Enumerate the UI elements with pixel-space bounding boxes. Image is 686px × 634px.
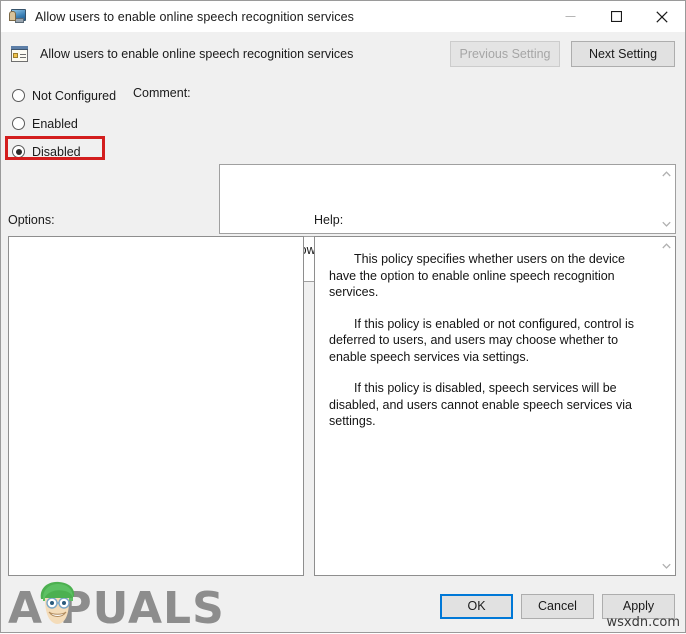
ok-button[interactable]: OK xyxy=(440,594,513,619)
setting-header: Allow users to enable online speech reco… xyxy=(1,32,685,76)
help-label: Help: xyxy=(314,213,344,227)
comment-label: Comment: xyxy=(133,86,191,100)
close-button[interactable] xyxy=(639,1,685,32)
help-panel: This policy specifies whether users on t… xyxy=(314,236,676,576)
policy-setting-dialog: Allow users to enable online speech reco… xyxy=(0,0,686,633)
radio-label-not-configured: Not Configured xyxy=(32,88,117,103)
help-scrollbar[interactable] xyxy=(658,237,675,575)
minimize-button[interactable] xyxy=(547,1,593,32)
window-monitor-icon xyxy=(9,8,27,25)
panel-row: This policy specifies whether users on t… xyxy=(1,236,685,586)
radio-not-configured[interactable]: Not Configured xyxy=(11,85,136,106)
help-paragraph-2: If this policy is enabled or not configu… xyxy=(329,316,635,364)
previous-setting-button[interactable]: Previous Setting xyxy=(450,41,560,67)
window-controls xyxy=(547,1,685,32)
setting-state-area: Not Configured Enabled Disabled Comment: xyxy=(1,76,685,282)
chevron-up-icon[interactable] xyxy=(660,241,673,251)
help-paragraph-3: If this policy is disabled, speech servi… xyxy=(329,381,632,428)
cancel-button[interactable]: Cancel xyxy=(521,594,594,619)
dialog-action-buttons: OK Cancel Apply xyxy=(440,594,675,619)
chevron-up-icon[interactable] xyxy=(660,169,673,179)
radio-circle-icon xyxy=(12,89,25,102)
setting-nav-buttons: Previous Setting Next Setting xyxy=(450,41,675,67)
radio-label-enabled: Enabled xyxy=(32,116,78,131)
radio-enabled[interactable]: Enabled xyxy=(11,113,136,134)
chevron-down-icon[interactable] xyxy=(660,561,673,571)
apply-button[interactable]: Apply xyxy=(602,594,675,619)
radio-circle-selected-icon xyxy=(12,145,25,158)
dialog-footer: OK Cancel Apply xyxy=(1,586,685,632)
options-panel[interactable] xyxy=(8,236,304,576)
next-setting-button[interactable]: Next Setting xyxy=(571,41,675,67)
panel-label-row: Options: Help: xyxy=(1,210,685,236)
options-panel-content xyxy=(9,237,303,247)
title-bar: Allow users to enable online speech reco… xyxy=(1,1,685,32)
help-panel-content: This policy specifies whether users on t… xyxy=(315,237,658,575)
policy-setting-icon xyxy=(10,44,31,65)
radio-disabled[interactable]: Disabled xyxy=(11,141,136,162)
setting-title: Allow users to enable online speech reco… xyxy=(40,47,354,61)
policy-state-radio-group: Not Configured Enabled Disabled xyxy=(11,85,136,169)
radio-label-disabled: Disabled xyxy=(32,144,81,159)
options-label: Options: xyxy=(8,213,55,227)
window-title: Allow users to enable online speech reco… xyxy=(35,9,354,24)
maximize-button[interactable] xyxy=(593,1,639,32)
help-paragraph-1: This policy specifies whether users on t… xyxy=(329,252,625,299)
radio-circle-icon xyxy=(12,117,25,130)
